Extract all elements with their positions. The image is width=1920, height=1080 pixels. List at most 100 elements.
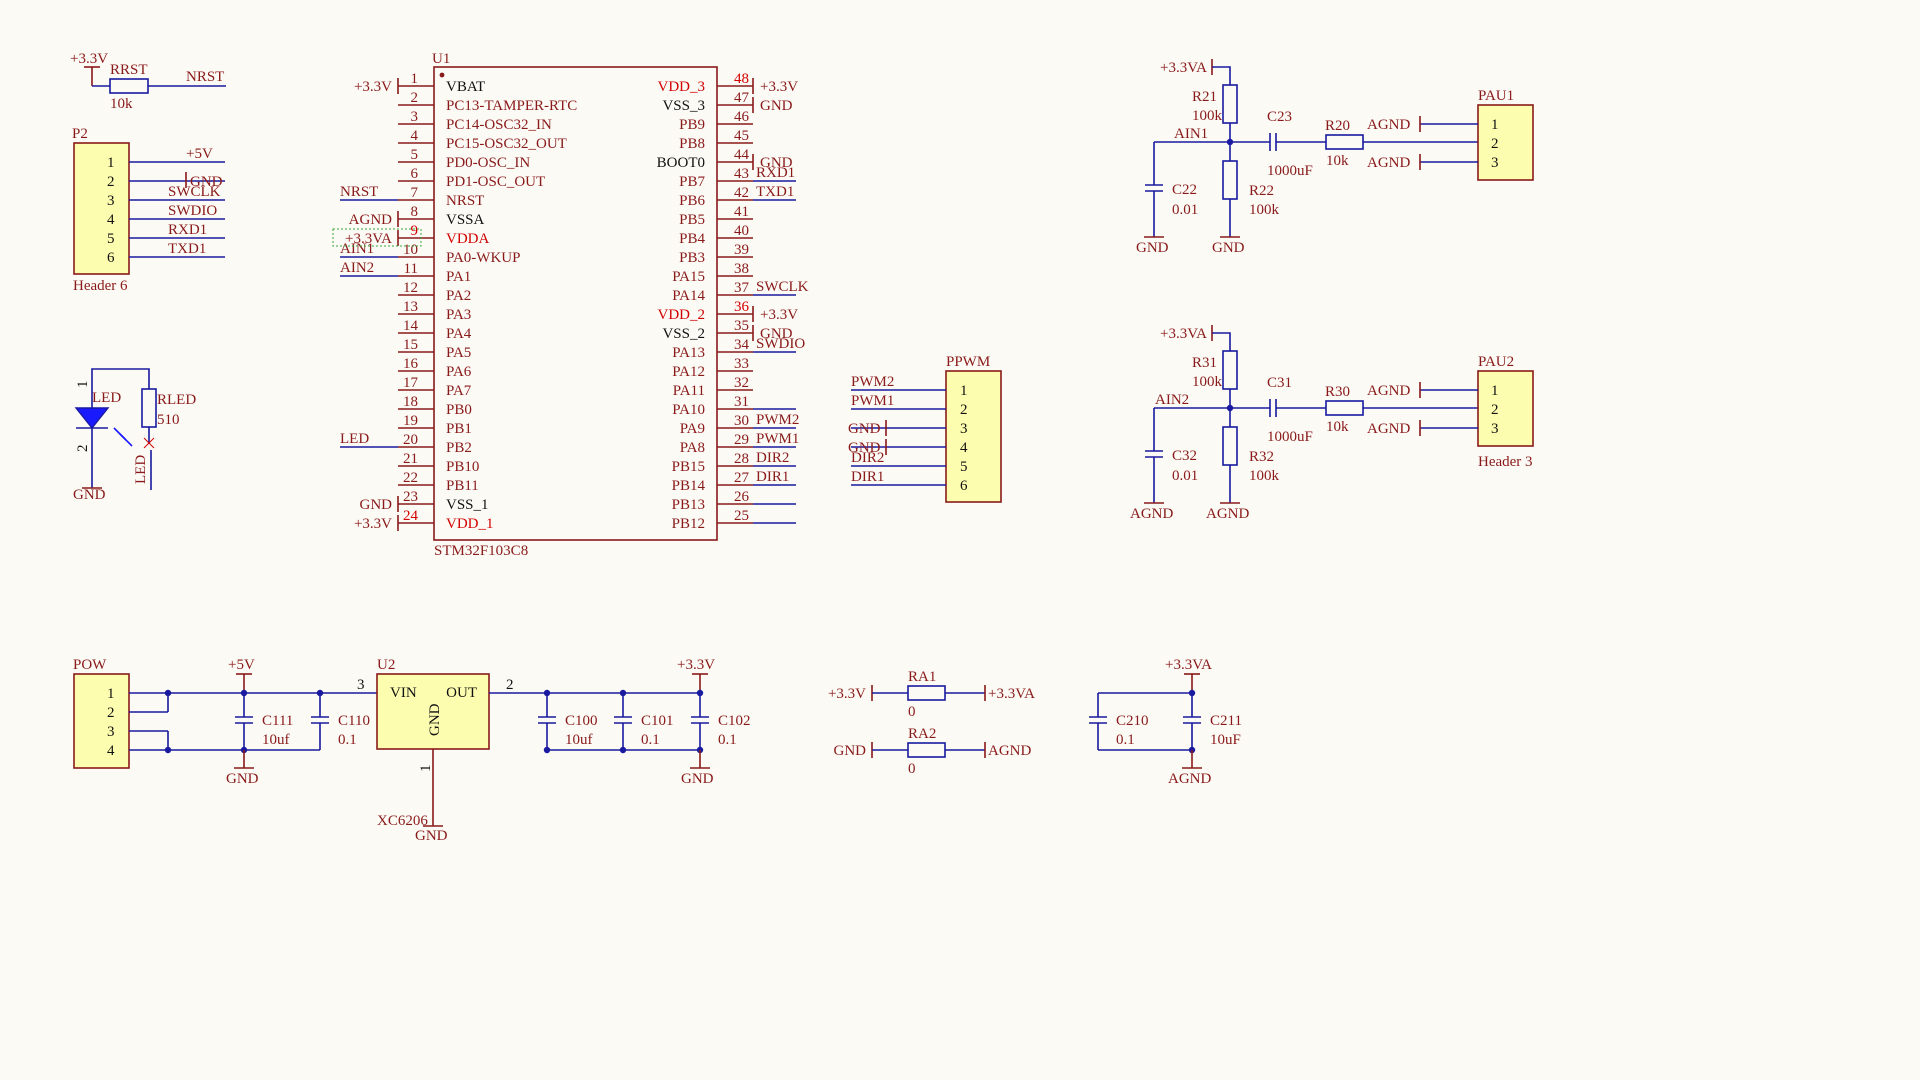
u1-pin-name: PB3	[679, 250, 705, 266]
input-cap-ref: C111	[262, 713, 293, 729]
u1-pin-name: PB4	[679, 231, 705, 247]
AIN1_block-gnd-b: GND	[1212, 240, 1245, 256]
u1-pin-name: PA12	[672, 364, 705, 380]
u1-power-net: +3.3V	[760, 307, 798, 323]
AIN2_block-cseries-value: 1000uF	[1267, 429, 1313, 445]
AIN2_block-header-pin: 2	[1491, 402, 1499, 418]
AIN2_block-rtop-body	[1222, 350, 1238, 390]
p2-net-label: +5V	[186, 146, 213, 162]
analog-cap-value: 0.1	[1116, 732, 1135, 748]
u1-pin-name: PA14	[672, 288, 705, 304]
u1-net-label: PWM2	[756, 412, 799, 428]
RA1-value: 0	[908, 704, 916, 720]
u1-net-label: SWDIO	[756, 336, 805, 352]
u1-pin-name: PB12	[672, 516, 705, 532]
led-arrow	[119, 433, 133, 447]
u1-pin-name: VSSA	[446, 212, 485, 228]
rrst-ref: RRST	[110, 62, 148, 78]
AIN2_block-gnd-b: AGND	[1206, 506, 1249, 522]
u2-gnd-label: GND	[415, 828, 448, 844]
p2-pin-number: 2	[107, 174, 115, 190]
u1-power-net: GND	[360, 497, 393, 513]
power-5v-label: +5V	[228, 657, 255, 673]
u1-pin-number: 19	[403, 413, 418, 429]
u1-pin-number: 34	[734, 337, 750, 353]
rled-ref: RLED	[157, 392, 196, 408]
output-cap-value: 0.1	[718, 732, 737, 748]
u1-pin-number: 32	[734, 375, 749, 391]
ppwm-ref: PPWM	[946, 354, 990, 370]
power-33va-label: +3.3VA	[1165, 657, 1212, 673]
rrst-power-label: +3.3V	[70, 51, 108, 67]
RA1-left-label: +3.3V	[828, 686, 866, 702]
led-ref: LED	[92, 390, 121, 406]
u1-pin-number: 45	[734, 128, 749, 144]
u1-pin-name: PD1-OSC_OUT	[446, 174, 545, 190]
AIN1_block-rseries-value: 10k	[1326, 153, 1349, 169]
u1-pin-number: 25	[734, 508, 749, 524]
u1-pin-name: PC14-OSC32_IN	[446, 117, 552, 133]
analog-gnd-label: AGND	[1168, 771, 1211, 787]
AIN1_block-cshunt-value: 0.01	[1172, 202, 1198, 218]
pow-pin-number: 4	[107, 743, 115, 759]
u2-gnd-pin: GND	[427, 703, 443, 736]
p2-pin-number: 4	[107, 212, 115, 228]
u1-pin-name: PB0	[446, 402, 472, 418]
pow-body	[73, 673, 130, 769]
ppwm-gnd-label: GND	[848, 421, 881, 437]
u1-pin-number: 2	[411, 90, 419, 106]
analog-cap-ref: C210	[1116, 713, 1149, 729]
output-cap-ref: C101	[641, 713, 674, 729]
u1-pin-number: 11	[404, 261, 418, 277]
p2-net-label: SWCLK	[168, 184, 221, 200]
pow-pin-number: 2	[107, 705, 115, 721]
u1-pin-name: VBAT	[446, 79, 485, 95]
AIN1_block-net-label: AIN1	[1174, 126, 1208, 142]
u1-pin-number: 23	[403, 489, 418, 505]
u1-pin-name: PB6	[679, 193, 705, 209]
u1-pin-number: 15	[403, 337, 418, 353]
AIN1_block-power-label: +3.3VA	[1160, 60, 1207, 76]
analog-cap-value: 10uF	[1210, 732, 1241, 748]
u1-pin-number: 10	[403, 242, 418, 258]
u1-pin-number: 3	[411, 109, 419, 125]
u1-pin-name: VDD_3	[658, 79, 706, 95]
u1-pin-name: PA15	[672, 269, 705, 285]
u1-pin-name: VSS_2	[662, 326, 705, 342]
output-cap-ref: C102	[718, 713, 751, 729]
u1-pin-name: PA11	[673, 383, 705, 399]
u2-pin-number: 1	[418, 765, 434, 773]
AIN1_block-rseries-ref: R20	[1325, 118, 1350, 134]
u1-net-label: LED	[340, 431, 369, 447]
AIN2_block-header-body	[1477, 370, 1534, 447]
AIN2_block-net-label: AIN2	[1155, 392, 1189, 408]
ppwm-pin-number: 4	[960, 440, 968, 456]
pow-pin-number: 1	[107, 686, 115, 702]
AIN1_block-cseries-value: 1000uF	[1267, 163, 1313, 179]
ppwm-pin-number: 3	[960, 421, 968, 437]
wire	[1212, 66, 1231, 85]
u1-pin-number: 16	[403, 356, 419, 372]
p2-net-label: TXD1	[168, 241, 206, 257]
RA2-left-label: GND	[834, 743, 867, 759]
u1-power-net: +3.3V	[354, 79, 392, 95]
p2-pin-number: 5	[107, 231, 115, 247]
wire	[1212, 332, 1231, 351]
ppwm-net-label: PWM2	[851, 374, 894, 390]
AIN1_block-header-pin: 1	[1491, 117, 1499, 133]
u1-pin-number: 14	[403, 318, 419, 334]
AIN1_block-gnd-a: GND	[1136, 240, 1169, 256]
u1-pin-number: 40	[734, 223, 749, 239]
u1-pin-number: 20	[403, 432, 418, 448]
u1-pin-number: 39	[734, 242, 749, 258]
AIN1_block-rtop-value: 100k	[1192, 108, 1223, 124]
u1-pin-number: 4	[411, 128, 419, 144]
power-33v-label: +3.3V	[677, 657, 715, 673]
p2-pin-number: 3	[107, 193, 115, 209]
p2-pin-number: 6	[107, 250, 115, 266]
u1-part-name: STM32F103C8	[434, 543, 528, 559]
led-pin2: 2	[75, 445, 91, 453]
AIN1_block-header-ref: PAU1	[1478, 88, 1514, 104]
AIN1_block-rbot-ref: R22	[1249, 183, 1274, 199]
u1-pin-number: 44	[734, 147, 750, 163]
